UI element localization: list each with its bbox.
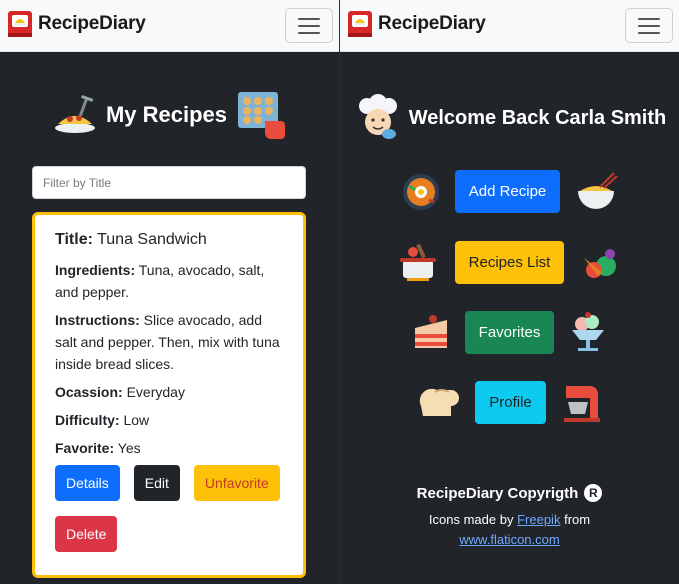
page-title: My Recipes (105, 102, 228, 127)
navbar-toggler-button[interactable] (285, 8, 333, 43)
edit-button[interactable]: Edit (133, 465, 180, 501)
cookie-tray-icon (238, 92, 286, 139)
filter-input[interactable] (32, 166, 306, 199)
difficulty-value: Low (123, 412, 150, 428)
hamburger-icon-line (638, 24, 660, 27)
hamburger-icon-line (298, 31, 320, 34)
brand-link[interactable]: RecipeDiary (346, 9, 486, 39)
welcome-message: Welcome Back Carla Smith (408, 106, 667, 129)
copyright: RecipeDiary Copyrigth R (340, 484, 679, 502)
page-header: My Recipes (0, 86, 339, 144)
recipe-favorite: Favorite: Yes (55, 437, 283, 459)
recipes-list-row: Recipes List (340, 240, 679, 284)
screen: RecipeDiary My Recipes Filter by Title T… (0, 0, 679, 584)
delete-button[interactable]: Delete (55, 516, 118, 552)
recipe-occasion: Ocassion: Everyday (55, 381, 283, 403)
vegetables-icon (584, 249, 617, 278)
welcome-header: Welcome Back Carla Smith (340, 92, 679, 144)
hamburger-icon (638, 17, 660, 20)
bibimbap-icon (402, 173, 439, 210)
navbar: RecipeDiary (340, 0, 679, 52)
brand-name: RecipeDiary (38, 13, 146, 34)
navbar: RecipeDiary (0, 0, 339, 52)
hamburger-icon-line (298, 24, 320, 27)
favorites-row: Favorites (340, 310, 679, 354)
profile-button[interactable]: Profile (475, 380, 546, 424)
stand-mixer-icon (563, 386, 600, 422)
instructions-label: Instructions: (55, 312, 140, 328)
credit-mid: from (564, 512, 591, 527)
cooking-pot-icon (399, 243, 436, 281)
chef-icon (358, 94, 397, 139)
registered-icon: R (584, 484, 603, 502)
spaghetti-icon (54, 94, 95, 133)
add-recipe-row: Add Recipe (340, 170, 679, 213)
freepik-link[interactable]: Freepik (517, 512, 560, 527)
favorite-label: Favorite: (55, 440, 115, 456)
bread-icon (420, 388, 460, 416)
ingredients-label: Ingredients: (55, 262, 136, 278)
title-value: Tuna Sandwich (97, 231, 207, 248)
title-label: Title: (55, 231, 93, 248)
recipe-book-icon (8, 11, 32, 37)
unfavorite-button[interactable]: Unfavorite (193, 465, 280, 501)
recipes-list-button[interactable]: Recipes List (454, 240, 565, 284)
recipe-book-icon (348, 11, 372, 37)
copyright-text: RecipeDiary Copyrigth (416, 484, 579, 502)
recipe-difficulty: Difficulty: Low (55, 409, 283, 431)
details-button[interactable]: Details (55, 465, 120, 501)
credit-prefix: Icons made by (428, 512, 514, 527)
hamburger-icon (298, 17, 320, 20)
add-recipe-button[interactable]: Add Recipe (454, 170, 561, 213)
footer: RecipeDiary Copyrigth R Icons made by Fr… (340, 484, 679, 550)
profile-row: Profile (340, 380, 679, 424)
navbar-toggler-button[interactable] (625, 8, 673, 43)
recipe-actions: Details Edit Unfavorite (55, 465, 283, 501)
occasion-value: Everyday (126, 384, 185, 400)
favorite-value: Yes (117, 440, 141, 456)
cake-slice-icon (414, 315, 447, 348)
brand-link[interactable]: RecipeDiary (6, 9, 146, 39)
brand-name: RecipeDiary (378, 13, 486, 34)
recipe-instructions: Instructions: Slice avocado, add salt an… (55, 309, 283, 375)
hamburger-icon-line (638, 31, 660, 34)
recipe-card: Title: Tuna Sandwich Ingredients: Tuna, … (32, 212, 306, 578)
home-pane: RecipeDiary Welcome Back Carla Smith Add… (340, 0, 679, 584)
icon-credit: Icons made by Freepik from www.flaticon.… (340, 510, 679, 550)
occasion-label: Ocassion: (55, 384, 123, 400)
noodle-bowl-icon (578, 171, 618, 209)
recipe-title: Title: Tuna Sandwich (55, 229, 283, 251)
recipes-pane: RecipeDiary My Recipes Filter by Title T… (0, 0, 339, 584)
ice-cream-sundae-icon (572, 312, 605, 351)
favorites-button[interactable]: Favorites (464, 310, 555, 354)
flaticon-link[interactable]: www.flaticon.com (459, 532, 559, 547)
difficulty-label: Difficulty: (55, 412, 120, 428)
recipe-ingredients: Ingredients: Tuna, avocado, salt, and pe… (55, 259, 283, 303)
